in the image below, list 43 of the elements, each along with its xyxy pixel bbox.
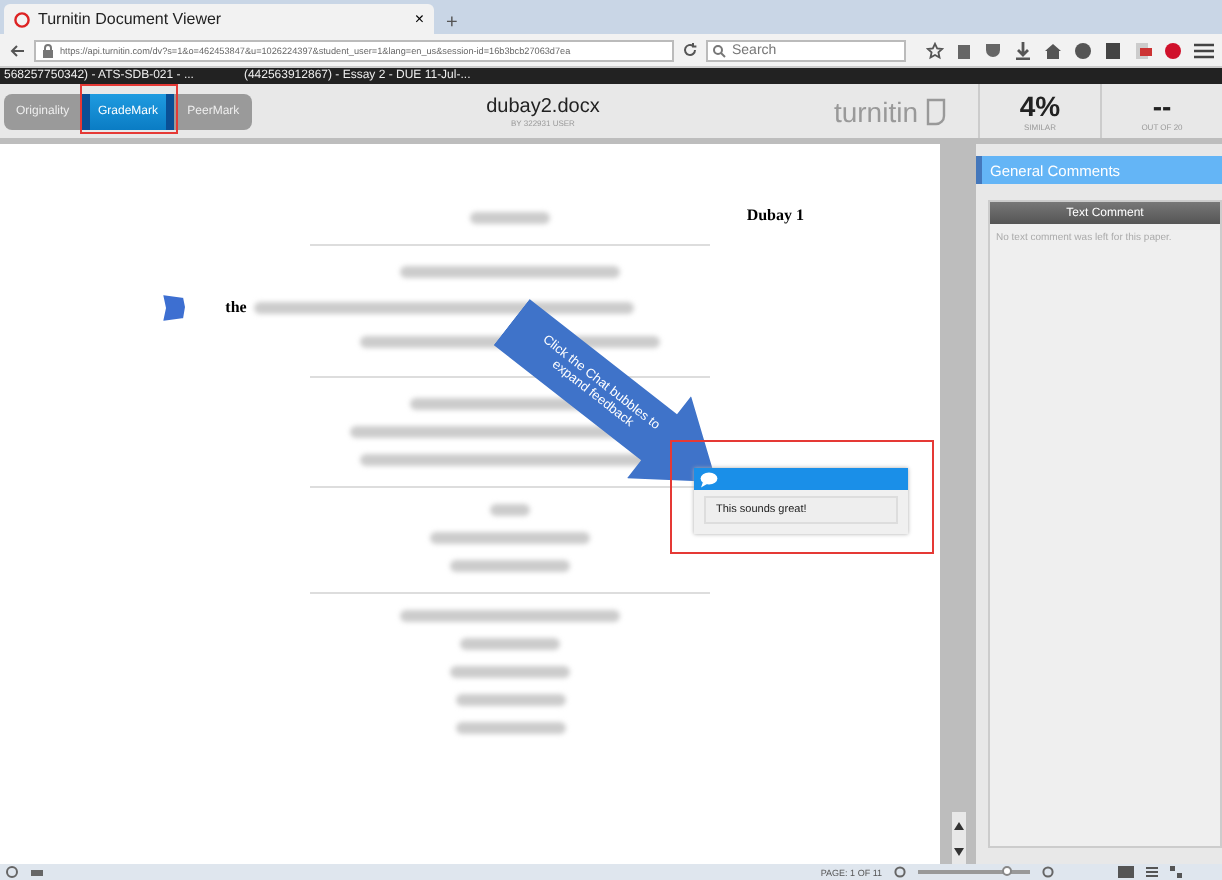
home-icon[interactable] — [1044, 41, 1062, 59]
logo-mark-icon — [922, 95, 950, 127]
blurred-text-line — [450, 666, 570, 678]
grid-view-icon[interactable] — [1170, 866, 1182, 878]
pdf-icon[interactable] — [1134, 41, 1152, 59]
scroll-up-icon[interactable] — [953, 821, 963, 829]
highlight-frame — [80, 84, 178, 134]
scroll-down-icon[interactable] — [953, 847, 963, 855]
blurred-text-line — [455, 694, 565, 706]
grade-value: -- — [1152, 90, 1172, 122]
scrollbar[interactable] — [940, 144, 976, 864]
print-icon[interactable] — [30, 866, 44, 878]
lock-icon — [42, 43, 54, 57]
pocket-icon[interactable] — [984, 41, 1002, 59]
menu-icon[interactable] — [1194, 41, 1214, 59]
site-favicon-icon — [14, 11, 30, 27]
browser-tab[interactable]: Turnitin Document Viewer × — [4, 4, 434, 34]
new-tab-button[interactable]: + — [434, 12, 470, 34]
page-header: Dubay 1 — [746, 206, 804, 224]
zoom-out-icon[interactable] — [894, 866, 906, 878]
info-icon[interactable] — [6, 866, 18, 878]
blurred-text-line — [455, 722, 565, 734]
zoom-slider-thumb[interactable] — [1002, 866, 1013, 876]
star-icon[interactable] — [926, 41, 944, 59]
comment-marker-icon[interactable] — [160, 292, 188, 324]
reload-icon[interactable] — [682, 42, 698, 58]
back-icon[interactable] — [8, 41, 26, 59]
blurred-text-line — [450, 560, 570, 572]
blurred-text-line — [490, 504, 530, 516]
download-icon[interactable] — [1014, 41, 1032, 59]
document-word: the — [225, 298, 247, 316]
tab-title: Turnitin Document Viewer — [38, 10, 224, 28]
list-view-icon[interactable] — [1146, 866, 1158, 878]
search-icon — [712, 43, 726, 57]
similarity-score: 4% — [1019, 90, 1061, 122]
zoom-in-icon[interactable] — [1042, 866, 1054, 878]
close-tab-button[interactable]: × — [414, 10, 424, 28]
blurred-text-line — [470, 212, 550, 224]
turnitin-logo-text: turnitin — [833, 95, 918, 127]
chat-bubble-icon[interactable] — [700, 471, 718, 487]
pinterest-icon[interactable] — [1164, 41, 1182, 59]
file-name: dubay2.docx — [486, 95, 600, 117]
blurred-text-line — [460, 638, 560, 650]
